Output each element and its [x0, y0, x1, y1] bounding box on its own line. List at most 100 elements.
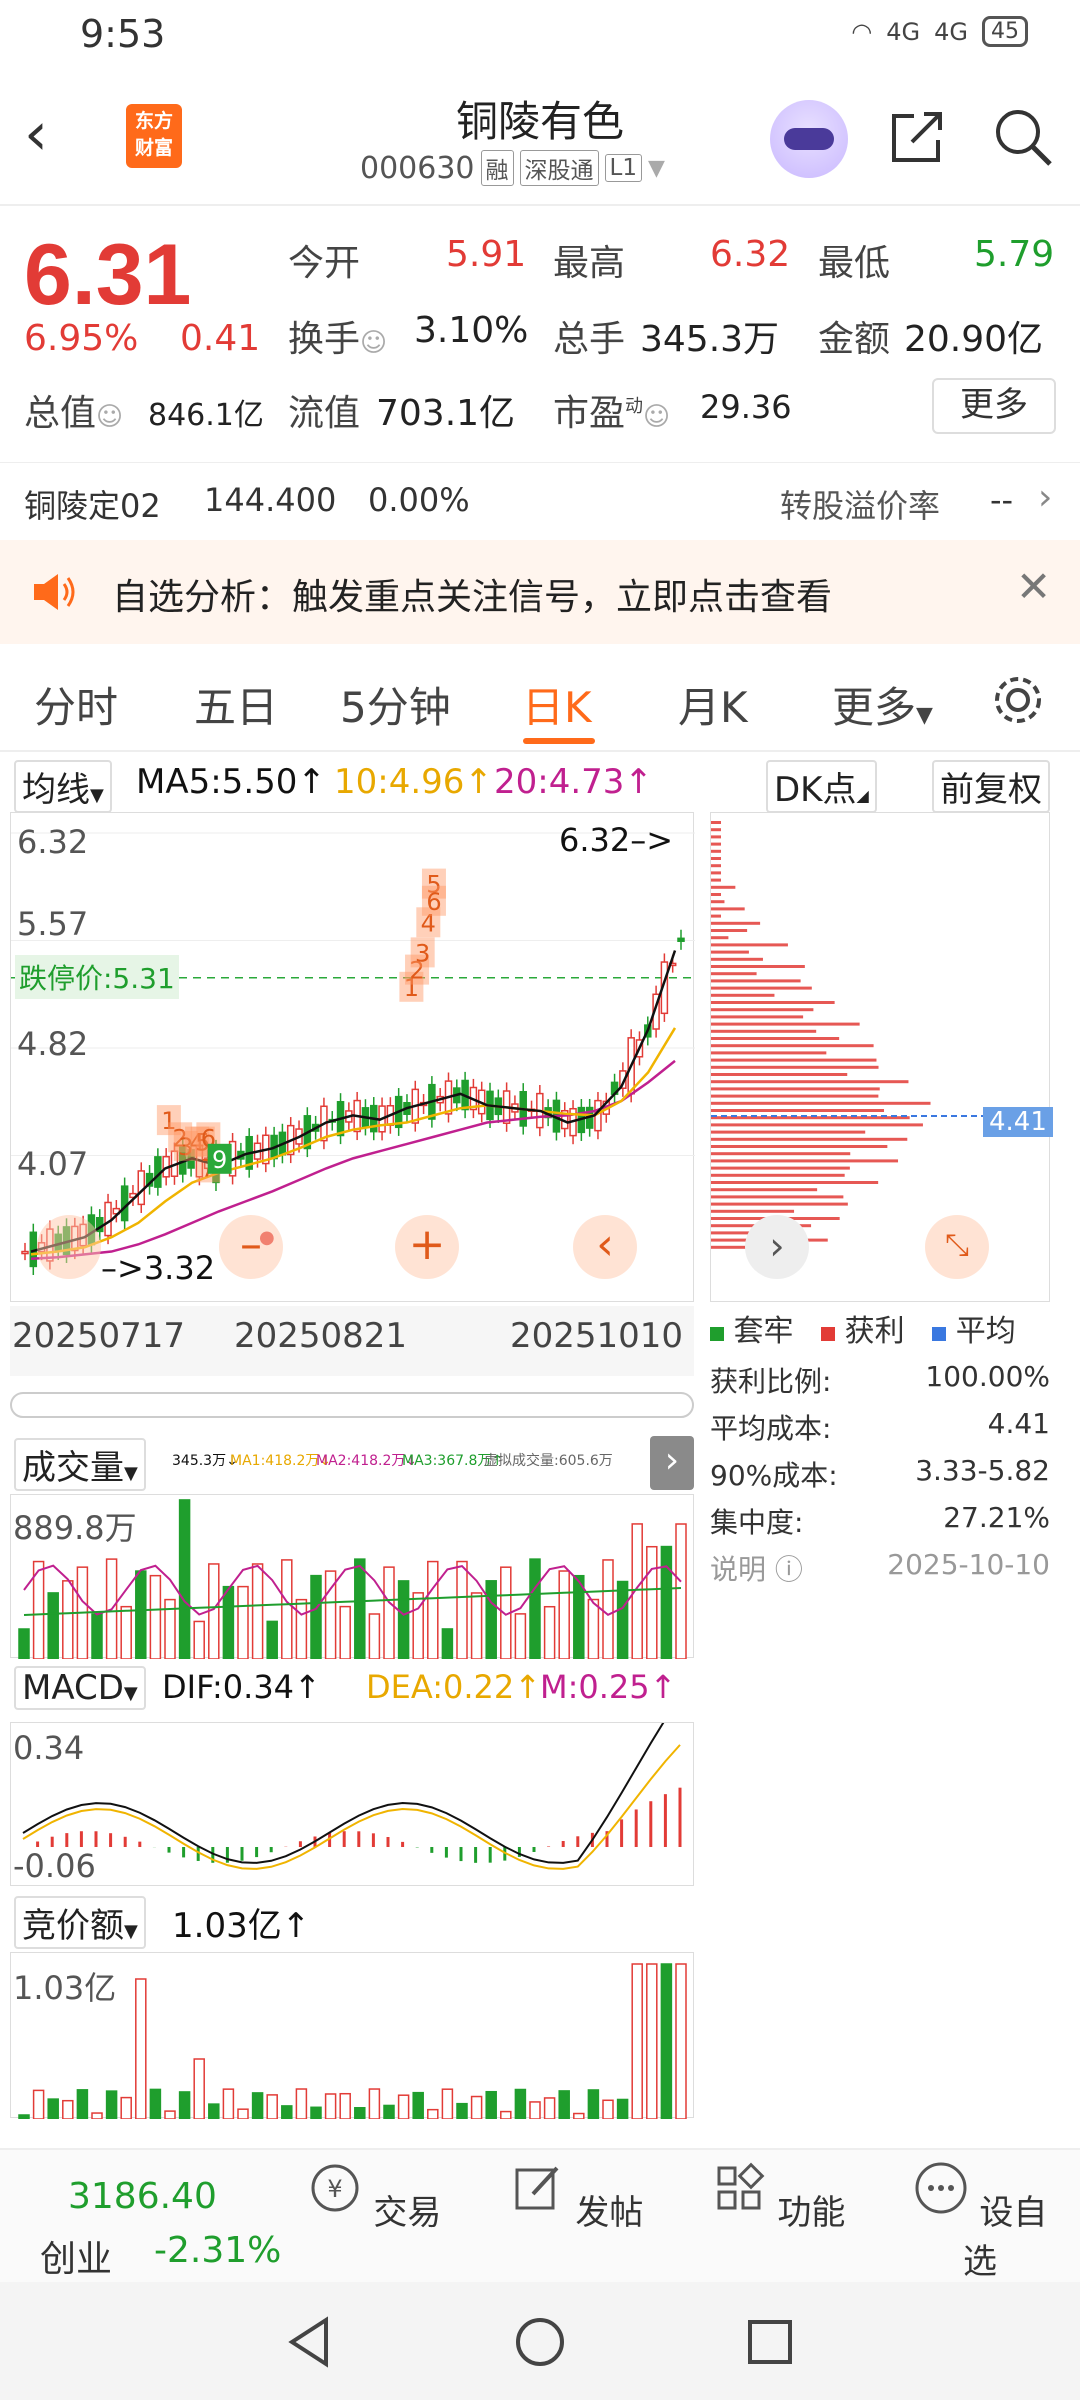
zoom-in-button[interactable]: +	[395, 1215, 459, 1279]
volume-bar	[587, 1598, 600, 1660]
chip-bar	[711, 849, 721, 853]
system-home-icon[interactable]	[510, 2312, 570, 2372]
volume-bar	[18, 1628, 30, 1660]
zoom-out-button[interactable]: –	[219, 1215, 283, 1279]
auction-bar	[339, 2092, 351, 2120]
system-back-icon[interactable]	[280, 2312, 340, 2372]
indicator-dropdown[interactable]: 均线▼	[14, 760, 112, 813]
chip-distribution-chart[interactable]: 4.41 › ⤡	[710, 812, 1053, 1302]
volume-bar	[485, 1580, 497, 1660]
pe-value: 29.36	[700, 388, 792, 426]
auction-bar	[76, 2089, 89, 2120]
macd-dea: DEA:0.22↑	[366, 1668, 542, 1706]
expand-panel-button[interactable]: ›	[650, 1436, 694, 1490]
auction-bar	[456, 2102, 468, 2120]
index-ticker[interactable]: 3186.40 创业 -2.31%	[0, 2150, 300, 2284]
nav-add-watchlist-label: 设自选	[963, 2193, 1048, 2282]
chip-bar	[711, 993, 775, 997]
chip-bar	[711, 1008, 814, 1012]
chip-bar	[711, 1159, 899, 1163]
assistant-robot-icon[interactable]	[770, 100, 848, 178]
tab-intraday[interactable]: 分时	[34, 674, 118, 735]
volume-dropdown[interactable]: 成交量▼	[14, 1438, 146, 1491]
tab-more[interactable]: 更多▼	[832, 674, 933, 735]
current-price: 6.31	[24, 227, 192, 323]
adjust-button[interactable]: 前复权	[932, 760, 1050, 813]
kline-chart[interactable]: 12345679123456 6.32 5.57 4.82 4.07 跌停价:5…	[10, 812, 695, 1302]
nav-functions[interactable]: 功能	[708, 2160, 848, 2234]
chip-bar	[711, 1137, 908, 1141]
bond-name: 铜陵定02	[24, 487, 161, 525]
chip-bar	[711, 1101, 931, 1105]
more-button[interactable]: 更多	[932, 378, 1056, 434]
mcap-label: 总值☺	[24, 393, 124, 434]
chip-bar	[711, 1087, 880, 1091]
alert-banner[interactable]: 自选分析：触发重点关注信号，立即点击查看 ✕	[0, 540, 1080, 644]
ma-legend-row: 均线▼ MA5:5.50↑ 10:4.96↑ 20:4.73↑ DK点◢ 前复权	[0, 756, 1080, 813]
chip-next-button[interactable]: ›	[745, 1215, 809, 1279]
macd-top-tick: 0.34	[13, 1729, 85, 1767]
limit-down-label: 跌停价:5.31	[15, 955, 179, 999]
chip-bar	[711, 821, 721, 824]
margin-tag: 融	[480, 150, 514, 186]
volume-bar	[120, 1605, 132, 1660]
nav-post[interactable]: 发帖	[506, 2160, 646, 2234]
auction-header: 竞价额▼ 1.03亿↑	[10, 1894, 700, 1949]
bond-price: 144.400	[204, 481, 337, 519]
volume-bar	[441, 1628, 454, 1660]
settings-gear-icon[interactable]	[990, 672, 1046, 728]
volume-bar	[660, 1545, 673, 1660]
candle-body	[21, 1250, 29, 1255]
chip-bar	[711, 936, 729, 940]
auction-bar	[222, 2088, 235, 2120]
chart-left-button[interactable]	[37, 1215, 101, 1279]
system-recents-icon[interactable]	[740, 2312, 800, 2372]
auction-bar	[675, 1963, 687, 2120]
auction-bar	[266, 2094, 278, 2120]
scroll-left-button[interactable]: ‹	[573, 1215, 637, 1279]
range-scrollbar[interactable]	[10, 1392, 694, 1418]
tab-monthly-k[interactable]: 月K	[678, 674, 748, 735]
volume-bar	[281, 1559, 293, 1660]
high-label: 最高	[553, 243, 626, 284]
auction-bar	[441, 2088, 454, 2120]
volume-bar	[47, 1592, 59, 1660]
nav-add-watchlist[interactable]: 设自选	[910, 2160, 1050, 2283]
auction-bar	[281, 2105, 293, 2120]
volume-bar	[339, 1605, 351, 1660]
tab-five-day[interactable]: 五日	[194, 674, 278, 735]
dk-point-dropdown[interactable]: DK点◢	[766, 760, 877, 813]
chip-bar	[711, 957, 763, 961]
macd-dif: DIF:0.34↑	[162, 1668, 321, 1706]
auction-chart: 1.03亿	[10, 1952, 694, 2120]
tab-daily-k[interactable]: 日K	[522, 674, 592, 735]
share-icon[interactable]	[884, 104, 950, 170]
chip-bar	[711, 1022, 860, 1026]
search-icon[interactable]	[990, 104, 1056, 170]
signal-label: 9	[212, 1146, 227, 1174]
bottom-nav: 3186.40 创业 -2.31% ¥ 交易 发帖 功能 设自选	[0, 2148, 1080, 2282]
macd-dropdown[interactable]: MACD▼	[14, 1666, 146, 1710]
expand-icon[interactable]: ⤡	[925, 1215, 989, 1279]
macd-header: MACD▼ DIF:0.34↑ DEA:0.22↑ M:0.25↑	[10, 1664, 700, 1718]
chip-bar	[711, 1181, 879, 1184]
price-tick-3: 4.82	[17, 1025, 89, 1063]
chevron-down-icon[interactable]: ▼	[648, 156, 665, 181]
info-icon: ⓘ	[774, 1553, 803, 1586]
chip-row[interactable]: 说明 ⓘ 2025-10-10	[710, 1548, 1050, 1595]
chip-bar	[711, 900, 725, 904]
banner-text: 自选分析：触发重点关注信号，立即点击查看	[112, 577, 833, 618]
auction-dropdown[interactable]: 竞价额▼	[14, 1896, 146, 1949]
nav-trade[interactable]: ¥ 交易	[304, 2160, 444, 2234]
auction-value: 1.03亿↑	[172, 1906, 311, 1946]
tab-5min[interactable]: 5分钟	[340, 674, 451, 735]
chip-bar	[711, 1166, 850, 1170]
volume-bar	[178, 1499, 191, 1660]
chip-bar	[711, 907, 745, 911]
close-icon[interactable]: ✕	[1016, 562, 1051, 611]
bond-row[interactable]: 铜陵定02 144.400 0.00% 转股溢价率 -- ›	[0, 462, 1080, 538]
pe-label: 市盈动☺	[553, 393, 671, 434]
float-value: 703.1亿	[376, 393, 516, 434]
volume-bar	[310, 1574, 322, 1660]
volume-chart: 889.8万	[10, 1494, 694, 1660]
